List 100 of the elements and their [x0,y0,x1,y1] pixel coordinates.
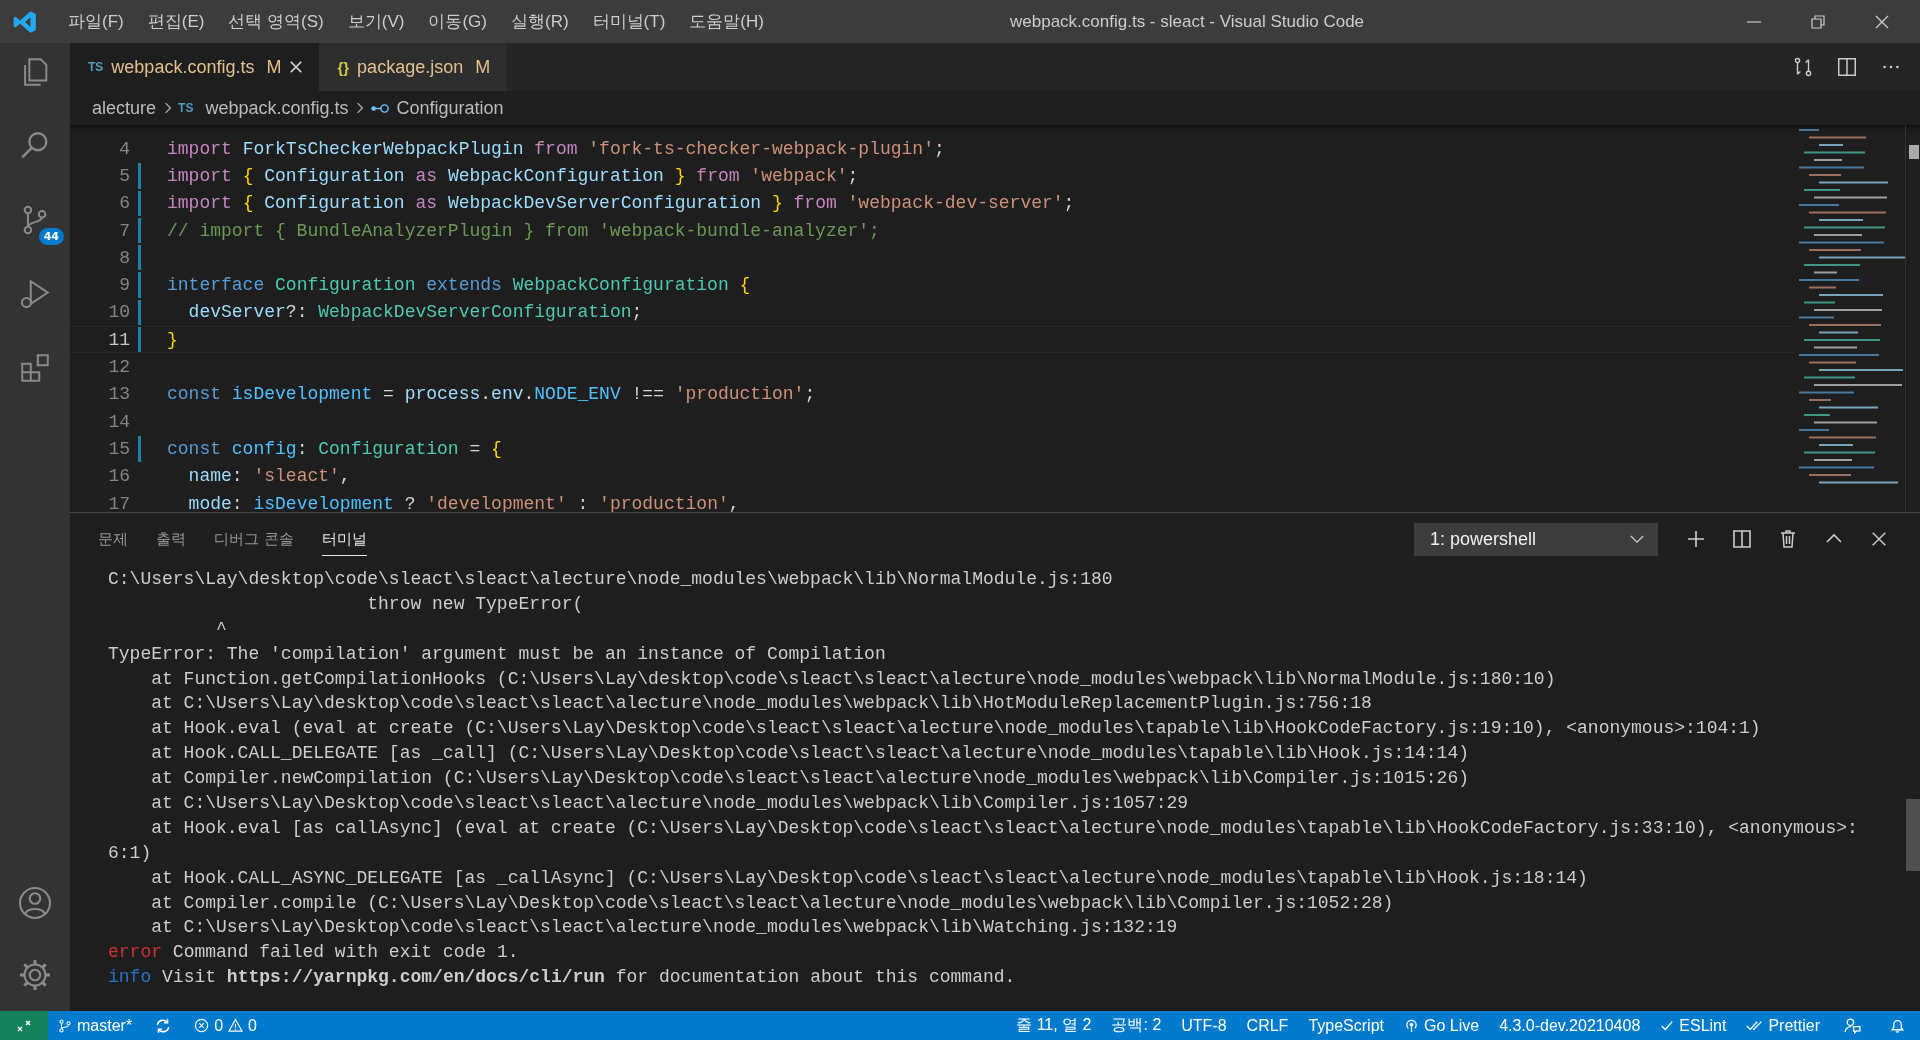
string-token: 'webpack' [750,165,848,186]
feedback-icon[interactable] [1844,1017,1861,1034]
keyword-token: const [167,438,222,459]
keyword-token: const [167,384,222,405]
code-punctuation: . [480,384,492,405]
branch-button[interactable]: master* [48,1016,143,1035]
identifier-token: mode [187,493,232,512]
terminal-dropdown[interactable]: 1: powershell [1414,522,1658,556]
bracket-token: { [242,165,255,186]
keyword-token: as [415,193,439,214]
keyword-token: import [167,165,233,186]
chevron-right-icon [164,101,173,115]
line-number: 7 [118,220,130,241]
typescript-file-icon: TS [178,101,194,115]
status-item[interactable]: Go Live [1394,1016,1490,1035]
error-icon [194,1018,210,1033]
string-token: 'development' [426,493,568,512]
breadcrumb-item[interactable]: webpack.config.ts [205,97,349,119]
scrollbar-thumb[interactable] [1909,145,1919,159]
typescript-file-icon: TS [88,60,104,74]
panel-tab[interactable]: 디버그 콘솔 [214,522,294,556]
chevron-right-icon [356,101,365,115]
menu-item[interactable]: 이동(G) [416,10,499,33]
status-item[interactable]: 4.3.0-dev.20210408 [1489,1016,1651,1035]
account-icon[interactable] [17,885,53,921]
code-punctuation: ; [847,165,859,186]
editor-tab[interactable]: {} package.json M [319,43,507,91]
terminal-line: C:\Users\Lay\desktop\code\sleact\sleact\alecture\node_modules\webpack\lib\NormalModule.js:180 [108,568,1114,591]
close-icon[interactable] [289,60,304,74]
breadcrumb-item[interactable]: Configuration [396,97,504,119]
menu-item[interactable]: 도움말(H) [677,10,776,33]
terminal-line: at C:\Users\Lay\desktop\code\sleact\sleact\alecture\node_modules\webpack\lib\HotModuleReplacementPlugin.js:756:18 [150,692,1373,716]
remote-icon [16,1017,32,1034]
split-editor-icon[interactable] [1836,56,1858,78]
status-item[interactable]: TypeScript [1298,1016,1394,1035]
status-item[interactable]: ESLint [1650,1016,1737,1035]
trash-icon[interactable] [1778,529,1798,549]
identifier-token: env [491,384,524,405]
terminal-tag: info [108,967,152,988]
identifier-token: WebpackDevServerConfiguration [447,193,763,214]
split-terminal-icon[interactable] [1732,529,1752,549]
string-token: 'sleact' [253,466,340,487]
line-number: 12 [107,357,130,377]
plus-icon[interactable] [1686,529,1706,549]
identifier-token: ForkTsCheckerWebpackPlugin [242,138,525,159]
status-item[interactable]: Prettier [1736,1016,1830,1035]
constant-token: isDevelopment [253,493,395,512]
restore-icon[interactable] [1810,13,1826,30]
status-item[interactable]: 공백: 2 [1101,1015,1172,1036]
editor-tab[interactable]: TS webpack.config.ts M [70,43,320,91]
identifier-token: devServer [187,302,286,323]
line-number: 6 [118,193,130,214]
window-title: webpack.config.ts - sleact - Visual Studio Code [1010,11,1365,32]
keyword-token: interface [167,275,266,296]
code-punctuation: , [728,493,740,512]
line-number: 11 [107,329,130,350]
run-debug-icon[interactable] [18,277,52,311]
bracket-token: { [242,193,255,214]
terminal-line: at Compiler.compile (C:\Users\Lay\Desktop\code\sleact\sleact\alecture\node_modules\webpack\lib\Compiler.js:1052:28) [150,891,1395,915]
status-item[interactable]: UTF-8 [1171,1016,1237,1035]
close-icon[interactable] [1870,530,1888,548]
compare-changes-icon[interactable] [1792,56,1814,78]
remote-button[interactable] [0,1011,48,1040]
bracket-token: { [739,275,751,296]
extensions-icon[interactable] [18,351,52,385]
identifier-token: WebpackConfiguration [447,165,665,186]
code-punctuation: ; [933,138,945,159]
line-number: 16 [107,466,130,487]
menu-item[interactable]: 파일(F) [56,10,136,33]
menu-item[interactable]: 실행(R) [499,10,581,33]
menu-item[interactable]: 선택 영역(S) [216,10,336,33]
panel-tab[interactable]: 출력 [156,522,186,556]
terminal-line: at C:\Users\Lay\Desktop\code\sleact\sleact\alecture\node_modules\webpack\lib\Compiler.js:1057:29 [150,792,1190,815]
menu-item[interactable]: 터미널(T) [580,10,678,33]
type-token: WebpackConfiguration [512,275,730,296]
terminal-line: at Hook.eval [as callAsync] (eval at create (C:\Users\Lay\Desktop\code\sleact\sleact\alecture\node_modules\tapable\lib\HookCodeFactory.js:33:10), <anonymous>: [150,816,1859,840]
line-number: 9 [118,275,130,296]
panel-tab[interactable]: 터미널 [321,522,367,556]
settings-icon[interactable] [17,957,53,993]
menu-item[interactable]: 편집(E) [135,10,217,33]
bell-icon[interactable] [1889,1017,1906,1034]
line-number: 4 [118,138,130,159]
close-icon[interactable] [1874,13,1890,30]
panel-tab[interactable]: 문제 [98,522,128,556]
type-token: Configuration [318,438,460,459]
scrollbar-thumb[interactable] [1906,799,1920,871]
breadcrumb-item[interactable]: alecture [92,97,157,119]
code-punctuation: !== [631,384,665,405]
terminal-line: Visit https://yarnpkg.com/en/docs/cli/run for documentation about this command. [162,967,1016,988]
status-item[interactable]: 줄 11, 열 2 [1006,1015,1102,1036]
problems-button[interactable]: 0 0 [184,1016,267,1035]
terminal-line: ^ [215,617,228,641]
status-item[interactable]: CRLF [1236,1016,1299,1035]
terminal-line: throw new TypeError( [366,592,585,616]
terminal-line: TypeError: The 'compilation' argument must be an instance of Compilation [108,642,887,666]
terminal-line: 6:1) [108,841,153,865]
string-token: 'production' [674,384,805,405]
broadcast-icon [1404,1018,1419,1033]
menu-item[interactable]: 보기(V) [335,10,417,33]
code-punctuation: = [469,438,482,459]
